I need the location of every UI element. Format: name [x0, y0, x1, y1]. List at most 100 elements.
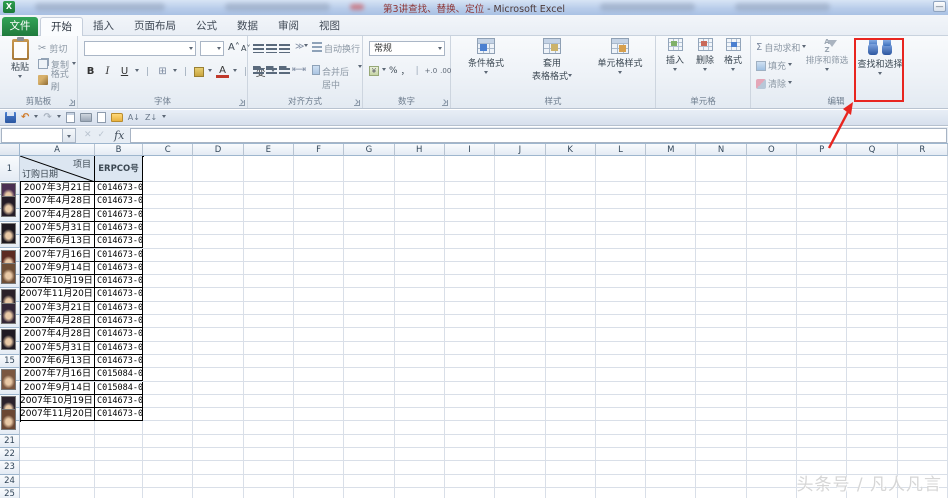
alignment-dialog-launcher[interactable]: [354, 100, 360, 106]
align-top-icon[interactable]: [253, 44, 264, 53]
grow-font-button[interactable]: A˄: [228, 42, 240, 53]
save-icon[interactable]: [5, 112, 16, 123]
name-box-dropdown[interactable]: [63, 128, 76, 143]
date-cell-row10[interactable]: 2007年11月20日: [20, 288, 95, 301]
code-cell-row19[interactable]: C014673-002: [95, 408, 143, 421]
column-header-E[interactable]: E: [244, 144, 294, 156]
format-painter-button[interactable]: 格式刷: [38, 72, 77, 88]
date-cell-row19[interactable]: 2007年11月20日: [20, 408, 95, 421]
column-header-H[interactable]: H: [395, 144, 445, 156]
tab-插入[interactable]: 插入: [83, 17, 124, 36]
code-cell-row7[interactable]: C014673-009: [95, 249, 143, 262]
insert-function-icon[interactable]: fx: [114, 129, 124, 142]
delete-cells-button[interactable]: 删除: [692, 38, 718, 76]
column-header-R[interactable]: R: [898, 144, 948, 156]
name-box[interactable]: [1, 128, 63, 143]
date-cell-row14[interactable]: 2007年5月31日: [20, 342, 95, 355]
row-header-23[interactable]: 23: [0, 461, 20, 474]
autosum-button[interactable]: Σ 自动求和: [756, 41, 806, 54]
date-cell-row17[interactable]: 2007年9月14日: [20, 382, 95, 395]
code-cell-row2[interactable]: C014673-004: [95, 182, 143, 195]
tab-公式[interactable]: 公式: [186, 17, 227, 36]
row-header-15[interactable]: 15: [0, 355, 20, 368]
row-header-25[interactable]: 25: [0, 488, 20, 498]
format-cells-button[interactable]: 格式: [720, 38, 746, 76]
align-center-icon[interactable]: [266, 66, 277, 75]
decrease-decimal-button[interactable]: .00: [440, 67, 451, 75]
column-header-G[interactable]: G: [344, 144, 394, 156]
font-name-combo[interactable]: [84, 41, 196, 56]
tab-页面布局[interactable]: 页面布局: [124, 17, 186, 36]
column-header-M[interactable]: M: [646, 144, 696, 156]
fill-color-icon[interactable]: [194, 67, 204, 77]
sort-filter-button[interactable]: AZ 排序和筛选: [803, 38, 851, 76]
code-cell-row14[interactable]: C014673-016: [95, 342, 143, 355]
code-cell-row13[interactable]: C014673-015: [95, 328, 143, 341]
borders-button[interactable]: ⊞: [156, 66, 169, 77]
print-preview-icon[interactable]: [66, 112, 75, 123]
date-cell-row11[interactable]: 2007年3月21日: [20, 302, 95, 315]
code-cell-row3[interactable]: C014673-005: [95, 195, 143, 208]
column-header-Q[interactable]: Q: [847, 144, 897, 156]
code-cell-row17[interactable]: C015084-002: [95, 382, 143, 395]
minimize-button[interactable]: —: [933, 1, 946, 12]
code-cell-row8[interactable]: C014673-010: [95, 262, 143, 275]
redo-icon[interactable]: ↷: [43, 111, 51, 125]
column-header-P[interactable]: P: [797, 144, 847, 156]
column-header-F[interactable]: F: [294, 144, 344, 156]
orientation-button[interactable]: ≫: [295, 42, 308, 52]
wrap-text-button[interactable]: 自动换行: [312, 42, 360, 55]
column-header-D[interactable]: D: [193, 144, 243, 156]
column-header-J[interactable]: J: [495, 144, 545, 156]
conditional-formatting-button[interactable]: 条件格式: [455, 38, 517, 79]
date-cell-row7[interactable]: 2007年7月16日: [20, 249, 95, 262]
bold-button[interactable]: B: [84, 66, 97, 77]
insert-cells-button[interactable]: 插入: [662, 38, 688, 76]
comma-style-button[interactable]: ，: [401, 64, 410, 77]
row-header-24[interactable]: 24: [0, 475, 20, 488]
tab-file[interactable]: 文件: [2, 17, 38, 36]
tab-审阅[interactable]: 审阅: [268, 17, 309, 36]
column-header-L[interactable]: L: [596, 144, 646, 156]
column-header-K[interactable]: K: [546, 144, 596, 156]
row-header-1[interactable]: 1: [0, 156, 20, 182]
align-bottom-icon[interactable]: [279, 44, 290, 53]
increase-decimal-button[interactable]: +.0: [425, 67, 438, 75]
cell-styles-button[interactable]: 单元格样式: [587, 38, 653, 79]
formula-input[interactable]: [130, 128, 947, 143]
paste-button[interactable]: 粘贴: [5, 39, 35, 95]
date-cell-row4[interactable]: 2007年4月28日: [20, 209, 95, 222]
date-cell-row8[interactable]: 2007年9月14日: [20, 262, 95, 275]
column-header-I[interactable]: I: [445, 144, 495, 156]
row-header-22[interactable]: 22: [0, 448, 20, 461]
sort-descending-icon[interactable]: Z↓: [145, 111, 157, 125]
undo-icon[interactable]: ↶: [21, 111, 29, 125]
clipboard-dialog-launcher[interactable]: [69, 100, 75, 106]
indent-buttons[interactable]: ⇤⇥: [292, 65, 305, 75]
code-cell-row18[interactable]: C014673-001: [95, 395, 143, 408]
date-cell-row2[interactable]: 2007年3月21日: [20, 182, 95, 195]
code-cell-row15[interactable]: C014673-019: [95, 355, 143, 368]
code-cell-row6[interactable]: C014673-008: [95, 235, 143, 248]
date-cell-row12[interactable]: 2007年4月28日: [20, 315, 95, 328]
code-cell-row9[interactable]: C014673-011: [95, 275, 143, 288]
find-select-button[interactable]: 查找和选择: [855, 38, 905, 80]
underline-button[interactable]: U: [118, 66, 131, 77]
column-header-B[interactable]: B: [95, 144, 143, 156]
italic-button[interactable]: I: [101, 66, 114, 77]
align-left-icon[interactable]: [253, 66, 264, 75]
font-dialog-launcher[interactable]: [239, 100, 245, 106]
date-cell-row3[interactable]: 2007年4月28日: [20, 195, 95, 208]
spreadsheet-grid[interactable]: ABCDEFGHIJKLMNOPQR1234567891011121314151…: [0, 144, 948, 498]
new-document-icon[interactable]: [97, 112, 106, 123]
row-header-21[interactable]: 21: [0, 435, 20, 448]
code-cell-row11[interactable]: C014673-013: [95, 302, 143, 315]
column-header-C[interactable]: C: [143, 144, 193, 156]
column-header-O[interactable]: O: [747, 144, 797, 156]
print-icon[interactable]: [80, 113, 92, 122]
date-cell-row9[interactable]: 2007年10月19日: [20, 275, 95, 288]
date-cell-row5[interactable]: 2007年5月31日: [20, 222, 95, 235]
merge-center-button[interactable]: 合并后居中: [312, 65, 362, 91]
date-cell-row16[interactable]: 2007年7月16日: [20, 368, 95, 381]
code-cell-row5[interactable]: C014673-007: [95, 222, 143, 235]
